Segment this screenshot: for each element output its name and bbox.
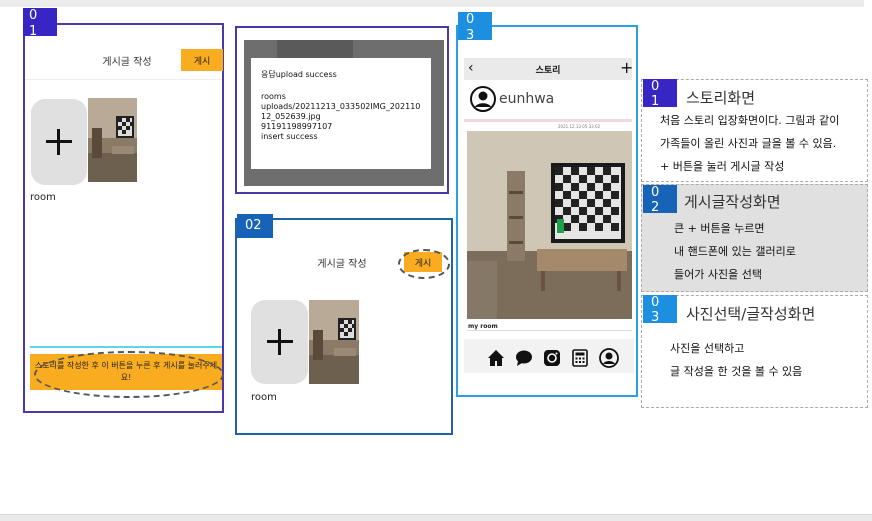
description-2-line-1: 큰 + 버튼을 누르면 <box>674 222 765 235</box>
screen-2-badge-text: 02 <box>245 218 262 233</box>
screen-1-frame: 게시글 작성 게시 room 스토리를 작성한 후 이 버튼을 누른 후 게시를… <box>23 23 224 413</box>
post-button[interactable]: 게시 <box>181 49 223 71</box>
description-badge-1: 01 <box>643 79 677 108</box>
description-title-3: 사진선택/글작성화면 <box>686 305 816 323</box>
add-photo-button[interactable] <box>31 99 87 185</box>
description-2-line-2: 내 핸드폰에 있는 갤러리로 <box>674 245 796 258</box>
description-title-2: 게시글작성화면 <box>684 193 781 211</box>
description-badge-3: 03 <box>643 295 677 324</box>
plus-icon <box>46 129 72 155</box>
bottom-strip <box>0 514 872 521</box>
top-strip <box>0 0 864 7</box>
screen-2-frame: 게시글 작성 게시 room <box>235 218 453 435</box>
caption-divider <box>467 330 632 331</box>
description-1-line-3: + 버튼을 눌러 게시글 작성 <box>660 160 785 173</box>
plus-icon[interactable]: + <box>620 58 633 77</box>
profile-icon[interactable] <box>599 348 619 368</box>
dialog-title: 응답upload success <box>261 70 337 79</box>
description-title-1: 스토리화면 <box>686 89 756 107</box>
dialog-line-1: rooms <box>261 92 286 101</box>
screen-3-frame: ‹ 스토리 + eunhwa 2021.12.13 05:33:02 my ro… <box>456 25 638 397</box>
post-photo[interactable] <box>467 131 632 319</box>
home-icon[interactable] <box>487 349 505 367</box>
upload-dialog-frame: 응답upload success rooms uploads/20211213_… <box>235 26 449 194</box>
description-3-line-1: 사진을 선택하고 <box>670 342 745 355</box>
chevron-left-icon[interactable]: ‹ <box>468 60 474 76</box>
add-photo-button[interactable] <box>251 300 308 384</box>
post-date: 2021.12.13 05:33:02 <box>558 124 601 129</box>
room-thumbnail[interactable] <box>309 300 359 384</box>
header-divider <box>25 79 222 80</box>
thumbnail-label: room <box>251 392 277 403</box>
post-highlight-ellipse <box>398 249 450 279</box>
backdrop-peek <box>277 40 353 58</box>
description-2-line-3: 들어가 사진을 선택 <box>674 268 762 281</box>
dialog-line-4: 91191198997107 <box>261 122 333 131</box>
screen-1-badge: 01 <box>23 8 57 38</box>
chat-icon[interactable] <box>515 349 533 367</box>
story-title: 스토리 <box>535 66 561 76</box>
description-badge-2: 02 <box>643 185 677 214</box>
thumbnail-label: room <box>30 192 56 203</box>
screen-3-badge: 03 <box>458 12 492 42</box>
dialog-line-3: 12_052639.jpg <box>261 112 321 121</box>
username: eunhwa <box>499 91 555 107</box>
description-3-line-2: 글 작성을 한 것을 볼 수 있음 <box>670 365 803 378</box>
post-divider <box>464 119 632 122</box>
instagram-icon[interactable] <box>543 349 561 367</box>
post-caption: my room <box>468 323 498 330</box>
cyan-divider <box>30 346 222 348</box>
description-1-line-2: 가족들이 올린 사진과 글을 볼 수 있음. <box>660 137 837 150</box>
screen-1-header-title: 게시글 작성 <box>102 57 152 68</box>
dialog-box: 응답upload success rooms uploads/20211213_… <box>251 58 431 169</box>
dialog-line-2: uploads/20211213_033502IMG_202110 <box>261 102 421 111</box>
dialog-line-5: insert success <box>261 132 318 141</box>
screen-2-badge: 02 <box>237 214 273 238</box>
plus-icon <box>266 329 293 355</box>
screen-2-header-title: 게시글 작성 <box>317 259 367 270</box>
room-thumbnail[interactable] <box>88 98 137 182</box>
highlight-ellipse <box>34 351 224 398</box>
user-avatar-icon[interactable] <box>470 86 496 112</box>
description-1-line-1: 처음 스토리 입장화면이다. 그림과 같이 <box>660 114 840 127</box>
calculator-icon[interactable] <box>571 349 589 367</box>
